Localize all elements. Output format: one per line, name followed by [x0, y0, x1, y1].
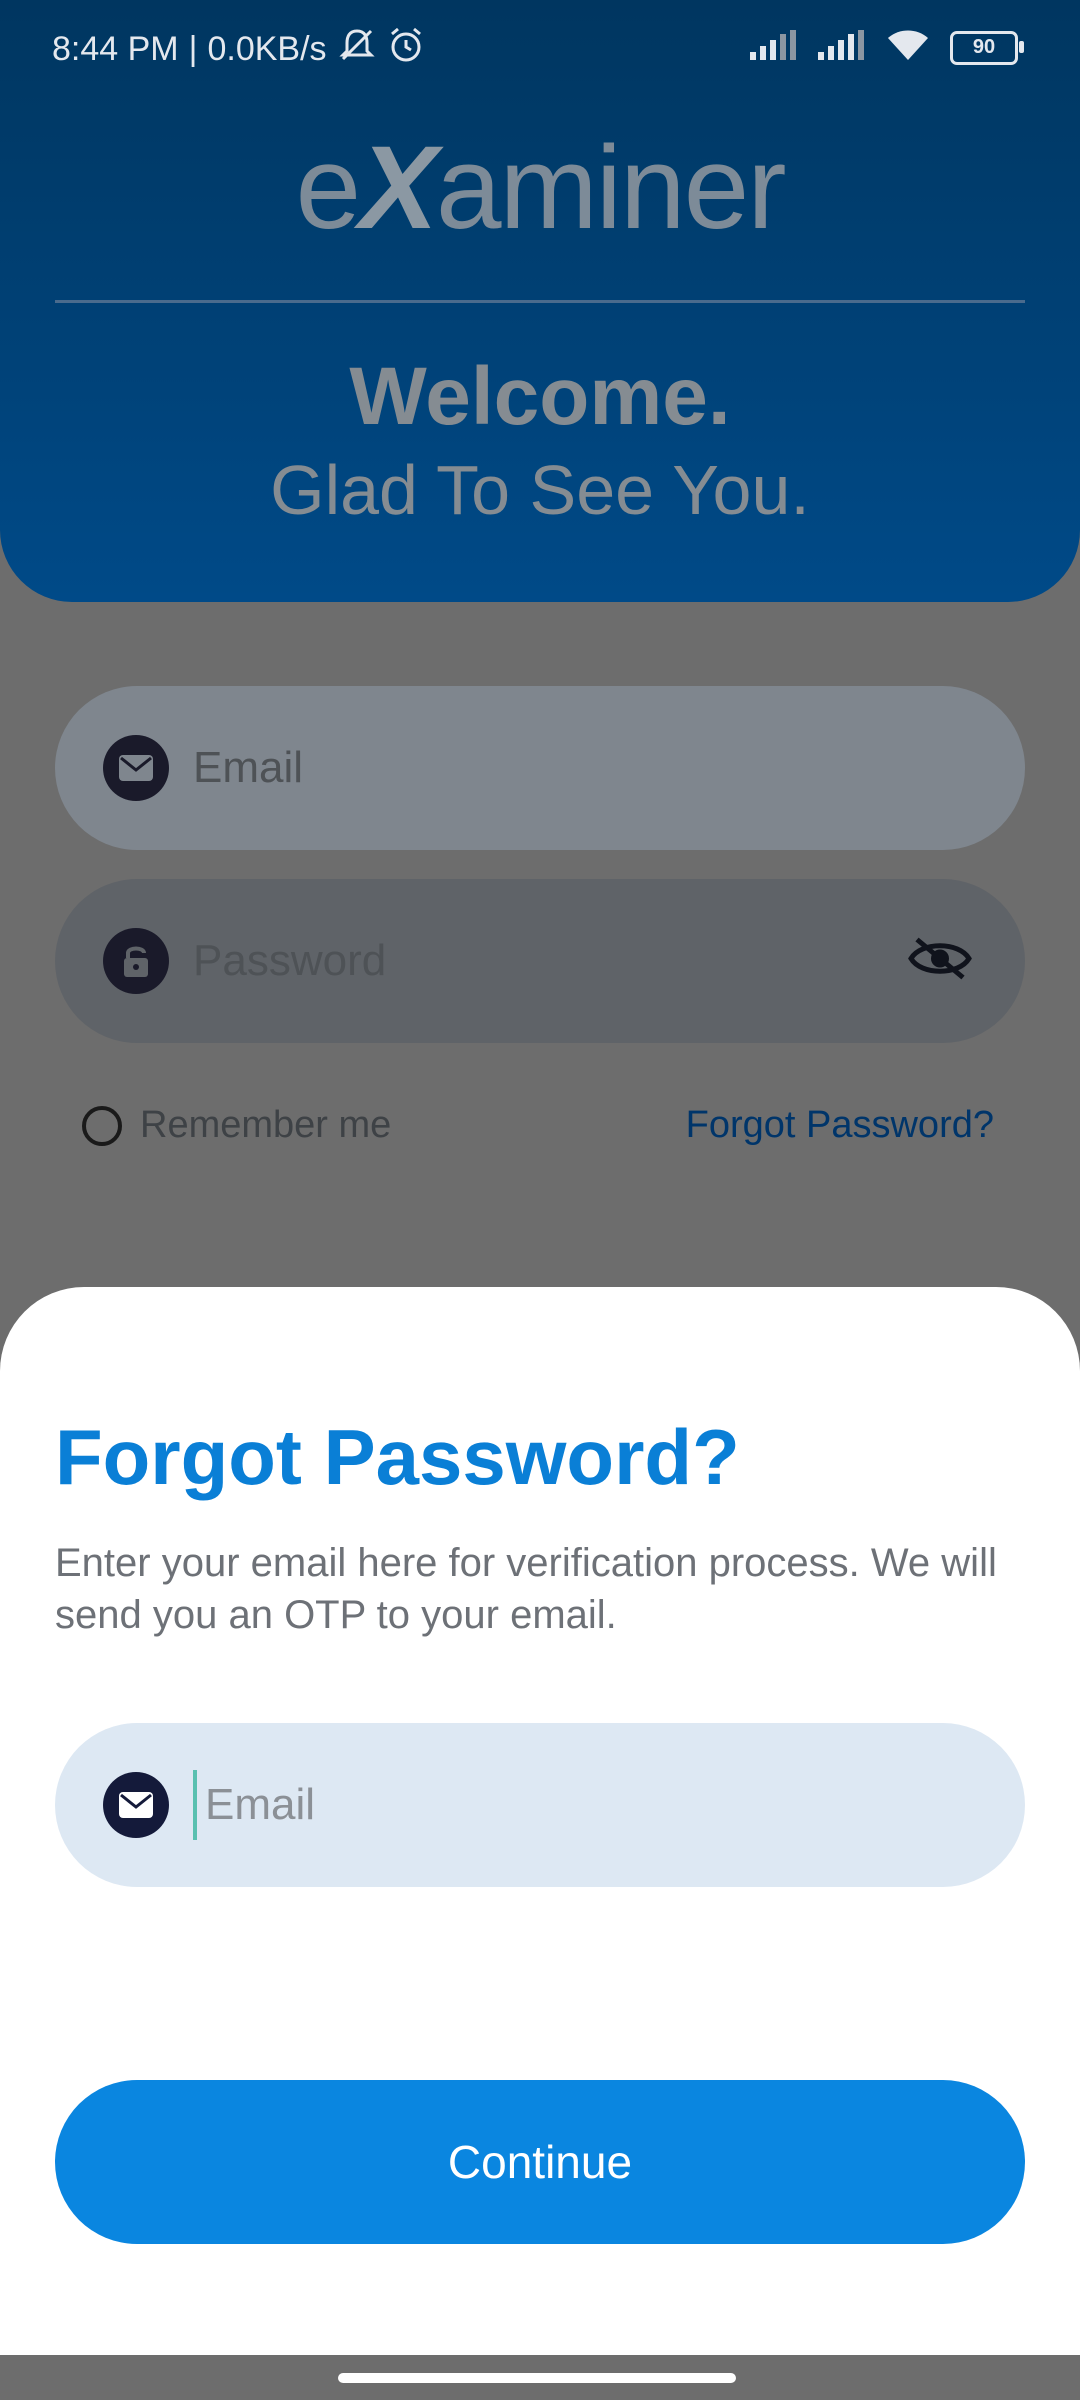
- signal-icon: [750, 30, 798, 65]
- forgot-password-link[interactable]: Forgot Password?: [686, 1104, 994, 1147]
- signal-icon: [818, 30, 866, 65]
- login-email-field[interactable]: Email: [55, 686, 1025, 850]
- status-separator: |: [188, 30, 198, 68]
- continue-button[interactable]: Continue: [55, 2080, 1025, 2244]
- navigation-bar: [0, 2355, 1080, 2400]
- login-password-placeholder: Password: [193, 936, 387, 985]
- forgot-email-field[interactable]: [55, 1723, 1025, 1887]
- remember-me[interactable]: Remember me: [82, 1104, 391, 1147]
- silent-icon: [337, 27, 377, 72]
- forgot-password-sheet: Forgot Password? Enter your email here f…: [0, 1287, 1080, 2355]
- app-logo: eXaminer: [295, 122, 786, 254]
- remember-me-radio[interactable]: [82, 1105, 122, 1146]
- network-speed: 0.0KB/s: [207, 30, 327, 68]
- mail-icon: [103, 1772, 169, 1838]
- wifi-icon: [886, 28, 930, 67]
- welcome-subtitle: Glad To See You.: [270, 451, 810, 529]
- sheet-description: Enter your email here for verification p…: [55, 1541, 997, 1637]
- sheet-title: Forgot Password?: [55, 1413, 740, 1501]
- status-bar: 8:44 PM | 0.0KB/s 90: [0, 0, 1080, 96]
- status-time: 8:44 PM: [52, 30, 179, 68]
- forgot-email-input[interactable]: [193, 1770, 985, 1840]
- battery-icon: 90: [950, 30, 1024, 65]
- lock-icon: [103, 928, 169, 994]
- eye-off-icon[interactable]: [907, 936, 973, 987]
- remember-me-label: Remember me: [140, 1104, 392, 1146]
- login-password-field[interactable]: Password: [55, 879, 1025, 1043]
- alarm-icon: [387, 26, 425, 73]
- welcome-heading: Welcome.: [349, 351, 731, 442]
- battery-level: 90: [972, 36, 996, 58]
- login-email-placeholder: Email: [193, 743, 304, 792]
- home-indicator[interactable]: [338, 2373, 736, 2383]
- header-divider: [55, 300, 1025, 303]
- mail-icon: [103, 735, 169, 801]
